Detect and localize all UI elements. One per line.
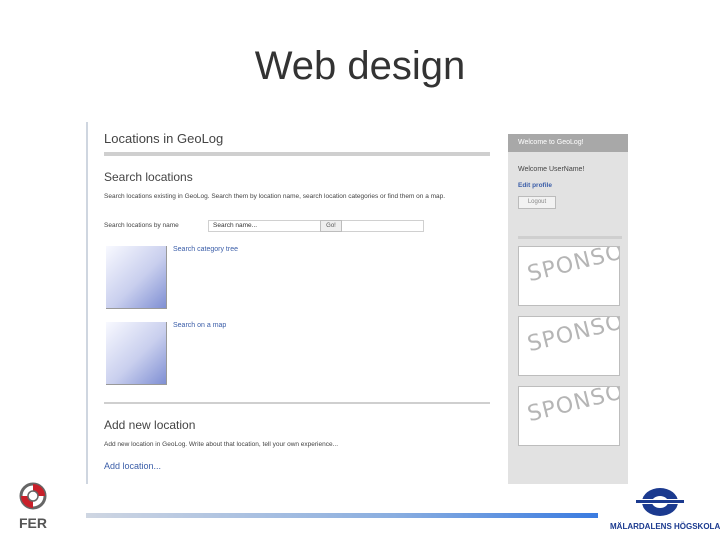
malardalens-logo: MÄLARDALENS HÖGSKOLA bbox=[606, 484, 720, 536]
search-label: Search locations by name bbox=[104, 222, 179, 229]
section-divider bbox=[104, 402, 490, 404]
sponsor-banner[interactable]: SPONSOR bbox=[518, 386, 620, 446]
malardalens-wordmark: MÄLARDALENS HÖGSKOLA bbox=[610, 522, 720, 531]
add-description: Add new location in GeoLog. Write about … bbox=[104, 441, 339, 448]
category-thumbnail[interactable] bbox=[106, 246, 167, 309]
screenshot-border bbox=[86, 122, 88, 484]
search-description: Search locations existing in GeoLog. Sea… bbox=[104, 193, 446, 200]
sponsor-text: SPONSOR bbox=[525, 246, 620, 288]
edit-profile-link[interactable]: Edit profile bbox=[518, 182, 552, 189]
page-title: Locations in GeoLog bbox=[104, 131, 224, 146]
search-row: Search locations by name Search name... … bbox=[104, 220, 444, 232]
add-location-link[interactable]: Add location... bbox=[104, 461, 161, 471]
go-button[interactable]: Go! bbox=[320, 220, 342, 232]
logout-button[interactable]: Logout bbox=[518, 196, 556, 209]
footer-bar bbox=[86, 513, 598, 518]
search-map-link[interactable]: Search on a map bbox=[173, 322, 226, 329]
slide-title: Web design bbox=[254, 44, 466, 88]
svg-text:FER: FER bbox=[19, 515, 47, 531]
fer-logo: FER bbox=[19, 482, 47, 531]
malardalens-emblem bbox=[636, 488, 684, 516]
map-thumbnail[interactable] bbox=[106, 322, 167, 385]
add-heading: Add new location bbox=[104, 418, 196, 432]
sponsor-banner[interactable]: SPONSOR bbox=[518, 246, 620, 306]
search-input[interactable]: Search name... bbox=[208, 220, 424, 232]
sponsor-text: SPONSOR bbox=[525, 316, 620, 358]
welcome-text: Welcome UserName! bbox=[518, 166, 585, 173]
search-heading: Search locations bbox=[104, 170, 193, 184]
sidebar-divider bbox=[518, 236, 622, 239]
sponsor-text: SPONSOR bbox=[525, 386, 620, 428]
sidebar-header: Welcome to GeoLog! bbox=[508, 134, 628, 152]
search-category-link[interactable]: Search category tree bbox=[173, 246, 238, 253]
title-divider bbox=[104, 152, 490, 156]
main-column: Locations in GeoLog bbox=[104, 128, 490, 150]
sponsor-banner[interactable]: SPONSOR bbox=[518, 316, 620, 376]
